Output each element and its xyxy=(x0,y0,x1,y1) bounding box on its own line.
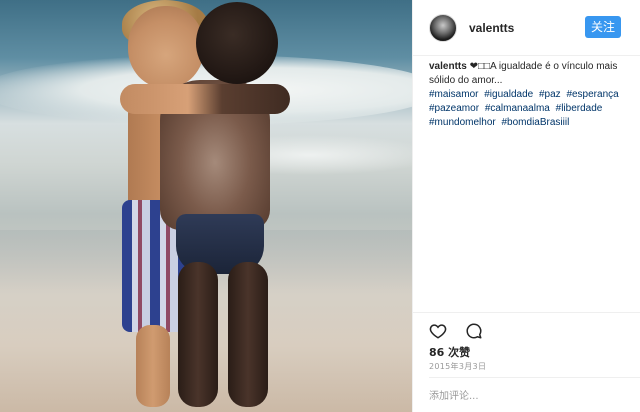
hashtag-link[interactable]: #bomdiaBrasiiil xyxy=(502,117,570,128)
caption-username-link[interactable]: valentts xyxy=(429,61,467,72)
hashtag-link[interactable]: #mundomelhor xyxy=(429,117,496,128)
hashtag-link[interactable]: #calmanaalma xyxy=(485,103,550,114)
action-icons xyxy=(429,313,509,343)
post-sidebar: valentts 关注 valentts ❤□□A igualdade é o … xyxy=(412,0,640,412)
follow-button[interactable]: 关注 xyxy=(585,16,621,38)
hashtag-link[interactable]: #esperança xyxy=(566,89,618,100)
hashtag-link[interactable]: #igualdade xyxy=(484,89,533,100)
photo-child-leg xyxy=(178,262,218,407)
photo-child-arms xyxy=(120,84,290,114)
comment-input[interactable] xyxy=(429,388,629,404)
photo-child-leg xyxy=(136,325,170,407)
post-photo[interactable] xyxy=(0,0,412,412)
photo-child-head-curly xyxy=(196,2,278,84)
hashtag-list: #maisamor #igualdade #paz #esperança #pa… xyxy=(429,88,633,130)
instagram-post: valentts 关注 valentts ❤□□A igualdade é o … xyxy=(0,0,640,412)
heart-icon[interactable] xyxy=(429,322,447,340)
hashtag-link[interactable]: #maisamor xyxy=(429,89,478,100)
post-header: valentts 关注 xyxy=(413,0,640,56)
username-link[interactable]: valentts xyxy=(469,21,514,35)
photo-child-leg xyxy=(228,262,268,407)
comment-box xyxy=(429,377,640,412)
comment-icon[interactable] xyxy=(465,322,483,340)
avatar[interactable] xyxy=(429,14,457,42)
hashtag-link[interactable]: #paz xyxy=(539,89,561,100)
hashtag-link[interactable]: #pazeamor xyxy=(429,103,479,114)
photo-child-head xyxy=(128,6,204,88)
post-caption: valentts ❤□□A igualdade é o vínculo mais… xyxy=(429,60,629,88)
hashtag-link[interactable]: #liberdade xyxy=(556,103,603,114)
post-actions: 86 次赞 2015年3月3日 xyxy=(413,312,640,412)
like-count[interactable]: 86 次赞 xyxy=(429,344,470,360)
post-date: 2015年3月3日 xyxy=(429,362,487,371)
